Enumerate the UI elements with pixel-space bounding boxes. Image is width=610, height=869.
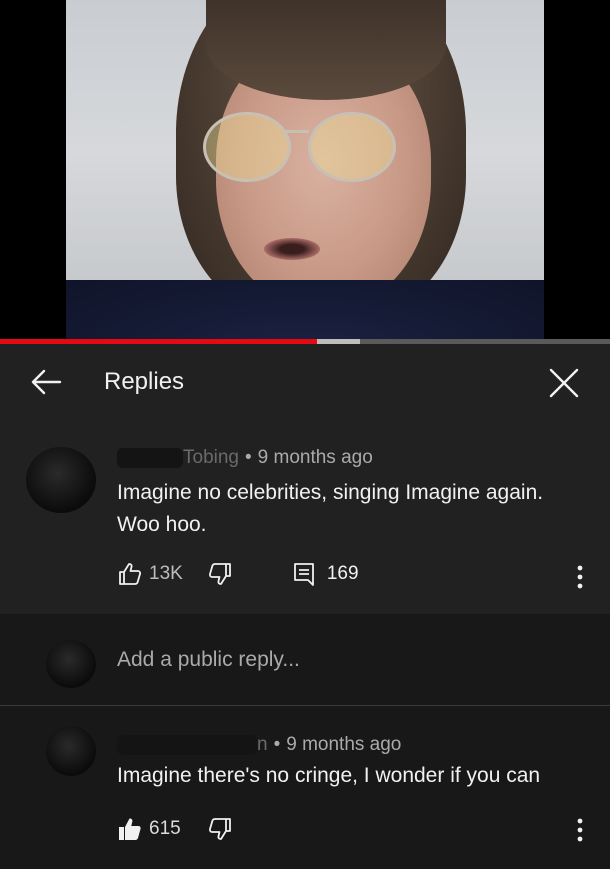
avatar [46,640,96,688]
comment-meta: n • 9 months ago [117,734,401,756]
reply-input[interactable]: Add a public reply... [117,648,300,672]
comment-text: Imagine no celebrities, singing Imagine … [117,481,544,536]
avatar[interactable] [26,447,96,513]
page-title: Replies [104,368,185,395]
reply-count: 169 [326,563,359,584]
like-count: 13K [149,563,183,584]
arrow-left-icon[interactable] [28,364,64,400]
meta-separator: • [245,447,252,468]
avatar[interactable] [46,726,96,776]
video-figure-coat [66,280,544,340]
more-options-icon[interactable] [577,565,583,589]
video-player[interactable] [0,0,610,340]
more-options-icon[interactable] [577,818,583,842]
reply-icon[interactable] [291,561,317,587]
comment-meta: Tobing • 9 months ago [117,447,373,469]
comment-time: 9 months ago [257,447,373,468]
like-filled-icon[interactable] [117,816,143,842]
dislike-icon[interactable] [207,816,233,842]
glasses-right-lens [308,112,396,182]
dislike-icon[interactable] [207,561,233,587]
like-count: 615 [149,818,181,839]
replies-header: Replies [0,344,610,421]
redacted-author [117,734,257,755]
like-icon[interactable] [117,561,143,587]
meta-separator: • [273,734,281,755]
reply-input-row[interactable]: Add a public reply... [0,614,610,706]
comment-author[interactable]: Tobing [183,447,239,468]
comment-time: 9 months ago [286,734,402,755]
comment-author[interactable]: n [257,734,268,755]
comment-text: Imagine there's no cringe, I wonder if y… [117,764,541,787]
parent-comment: Tobing • 9 months ago Imagine no celebriti… [0,421,610,614]
comment-actions: 615 [117,814,233,844]
comment-actions: 13K 169 [117,559,359,589]
video-frame [66,0,544,340]
video-figure-mouth [264,238,320,260]
divider [0,705,610,706]
glasses-left-lens [203,112,291,182]
close-icon[interactable] [545,364,583,402]
glasses-bridge [285,130,309,133]
redacted-author [117,447,183,468]
